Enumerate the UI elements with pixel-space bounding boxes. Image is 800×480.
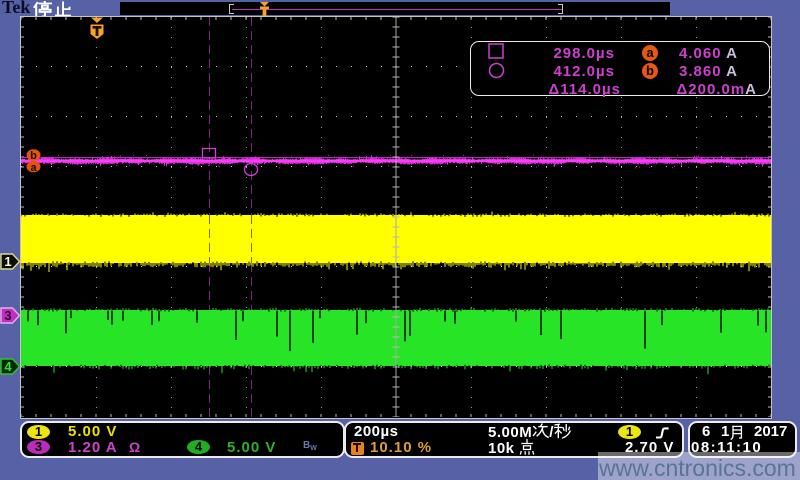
svg-text:b: b <box>30 150 37 162</box>
svg-text:1: 1 <box>4 254 11 269</box>
svg-text:a: a <box>30 162 37 174</box>
svg-text:3: 3 <box>4 308 11 323</box>
svg-text:4: 4 <box>4 359 12 374</box>
